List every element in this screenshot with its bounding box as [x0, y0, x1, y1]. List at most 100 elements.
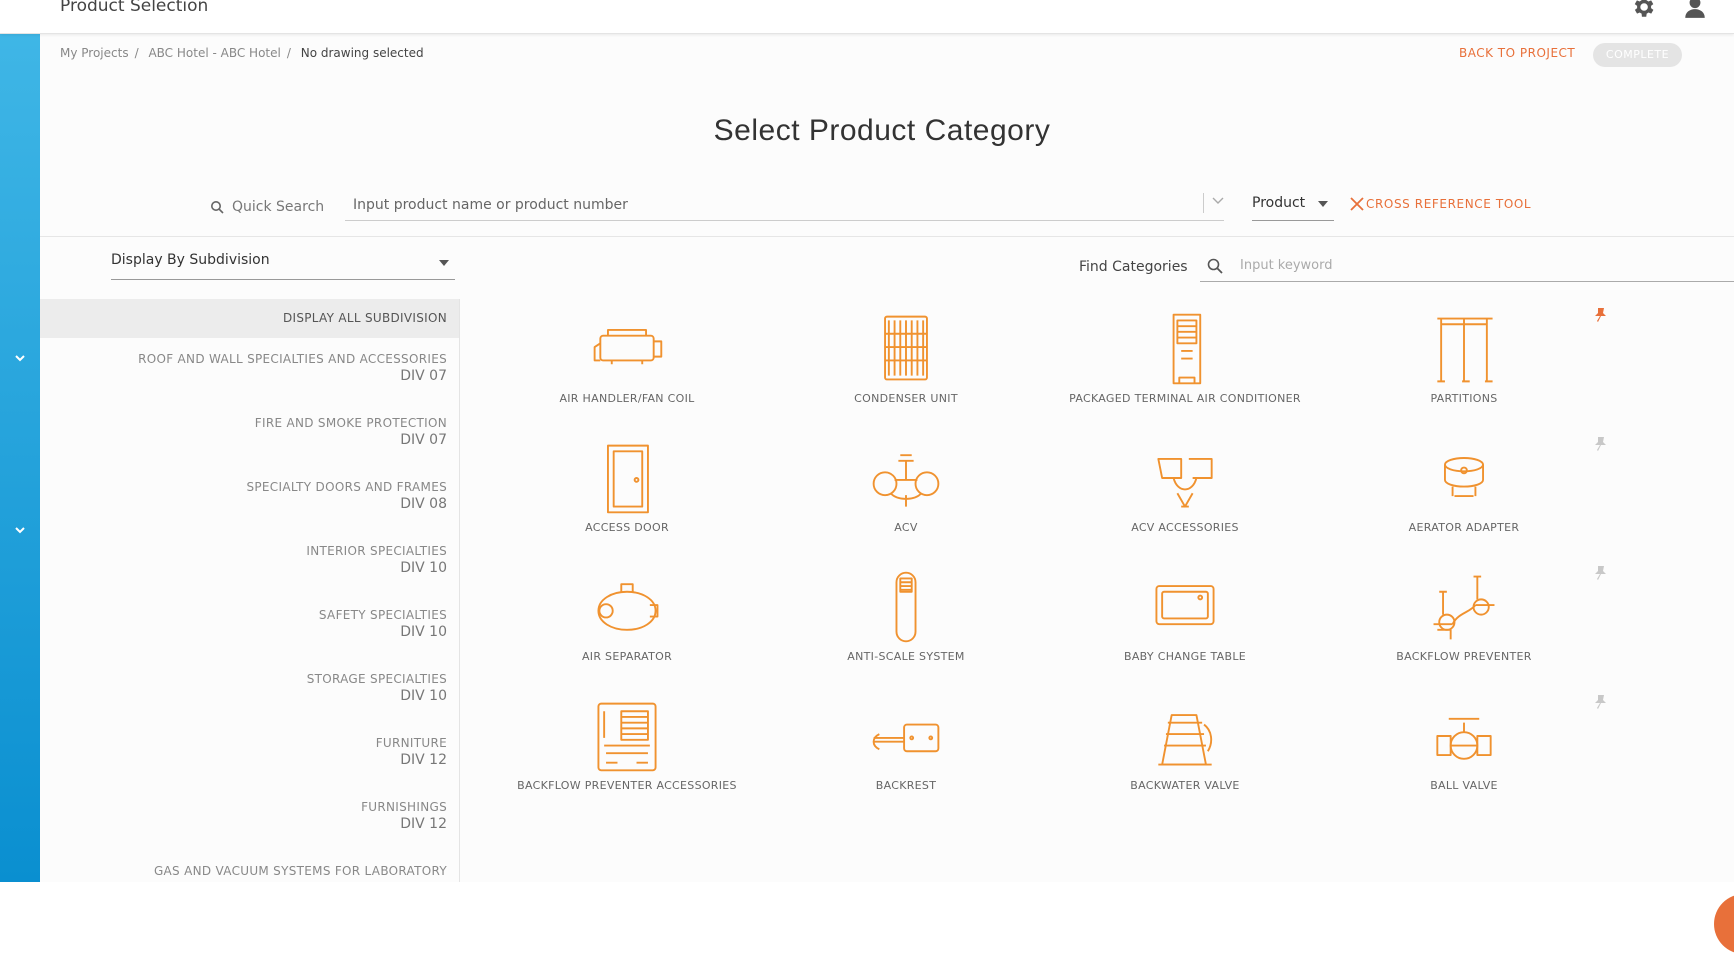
category-card[interactable]: BALL VALVE [1314, 686, 1614, 816]
category-label: ACV ACCESSORIES [1131, 521, 1239, 534]
search-type-value: Product [1252, 195, 1306, 211]
subdivision-item[interactable]: FURNISHINGS DIV 12 [40, 786, 459, 850]
category-card[interactable]: BACKFLOW PREVENTER [1314, 557, 1614, 687]
category-label: ACCESS DOOR [585, 521, 669, 534]
subdivision-div: DIV 10 [400, 624, 447, 640]
category-label: AIR SEPARATOR [581, 650, 673, 663]
pin-icon[interactable] [1592, 565, 1608, 581]
subdivision-item[interactable]: ROOF AND WALL SPECIALTIES AND ACCESSORIE… [40, 338, 459, 402]
complete-button[interactable]: COMPLETE [1593, 43, 1682, 67]
pin-icon[interactable] [1592, 307, 1608, 323]
breadcrumb-link-projects[interactable]: My Projects [60, 46, 129, 60]
subdivision-div: DIV 10 [400, 688, 447, 704]
subdivision-name: INTERIOR SPECIALTIES [306, 544, 447, 558]
divider [40, 236, 1734, 237]
category-card[interactable]: AIR SEPARATOR [477, 557, 777, 687]
cross-reference-icon [1350, 197, 1364, 211]
acv-accessories-icon [1157, 458, 1213, 508]
user-icon[interactable] [1682, 0, 1708, 20]
subdivision-item[interactable]: SAFETY SPECIALTIES DIV 10 [40, 594, 459, 658]
subdivision-div: DIV 12 [400, 816, 447, 832]
category-card[interactable]: BACKFLOW PREVENTER ACCESSORIES [477, 686, 777, 816]
subdivision-item[interactable]: GAS AND VACUUM SYSTEMS FOR LABORATORY [40, 850, 459, 882]
cross-reference-tool-link[interactable]: CROSS REFERENCE TOOL [1350, 197, 1531, 211]
category-label: PARTITIONS [1430, 392, 1498, 405]
backflow-accessories-icon [597, 702, 657, 772]
air-handler-icon [593, 329, 663, 365]
quick-search-label: Quick Search [232, 199, 325, 215]
main-content: My Projects / ABC Hotel - ABC Hotel / No d… [40, 34, 1734, 954]
aerator-adapter-icon [1444, 457, 1484, 498]
category-card[interactable]: ACV ACCESSORIES [1035, 428, 1335, 558]
app-title: Product Selection [60, 0, 209, 16]
category-card[interactable]: ACV [756, 428, 1056, 558]
category-card[interactable]: PARTITIONS [1314, 299, 1614, 429]
category-card[interactable]: AERATOR ADAPTER [1314, 428, 1614, 558]
gear-icon[interactable] [1630, 0, 1656, 20]
subdivision-item[interactable]: FIRE AND SMOKE PROTECTION DIV 07 [40, 402, 459, 466]
find-categories-input[interactable] [1200, 250, 1734, 282]
category-label: BACKFLOW PREVENTER ACCESSORIES [517, 779, 737, 792]
pin-icon[interactable] [1592, 694, 1608, 710]
anti-scale-icon [895, 571, 917, 643]
display-by-value: Display By Subdivision [111, 252, 270, 268]
subdivision-item[interactable]: INTERIOR SPECIALTIES DIV 10 [40, 530, 459, 594]
category-card[interactable]: BACKREST [756, 686, 1056, 816]
subdivision-name: FIRE AND SMOKE PROTECTION [254, 416, 447, 430]
subdivision-name: FURNITURE [375, 736, 447, 750]
backwater-valve-icon [1158, 714, 1213, 766]
category-card[interactable]: BABY CHANGE TABLE [1035, 557, 1335, 687]
category-label: CONDENSER UNIT [854, 392, 958, 405]
caret-down-icon [439, 260, 449, 266]
category-card[interactable]: BACKWATER VALVE [1035, 686, 1335, 816]
quick-search-input[interactable] [345, 189, 1224, 221]
air-separator-icon [597, 583, 659, 631]
chevron-down-icon[interactable] [12, 522, 28, 538]
subdivision-name: SPECIALTY DOORS AND FRAMES [246, 480, 447, 494]
category-label: ANTI-SCALE SYSTEM [847, 650, 965, 663]
subdivision-name: GAS AND VACUUM SYSTEMS FOR LABORATORY [153, 864, 447, 878]
category-card[interactable]: ANTI-SCALE SYSTEM [756, 557, 1056, 687]
category-card[interactable]: CONDENSER UNIT [756, 299, 1056, 429]
find-categories-label: Find Categories [1079, 259, 1188, 275]
category-label: PACKAGED TERMINAL AIR CONDITIONER [1069, 392, 1301, 405]
category-card[interactable]: PACKAGED TERMINAL AIR CONDITIONER [1035, 299, 1335, 429]
category-label: BACKFLOW PREVENTER [1396, 650, 1532, 663]
acv-icon [872, 454, 940, 507]
backrest-icon [872, 723, 940, 753]
subdivision-name: ROOF AND WALL SPECIALTIES AND ACCESSORIE… [138, 352, 447, 366]
display-all-subdivision[interactable]: DISPLAY ALL SUBDIVISION [40, 299, 459, 338]
subdivision-item[interactable]: FURNITURE DIV 12 [40, 722, 459, 786]
search-icon [1207, 258, 1223, 274]
category-label: ACV [894, 521, 918, 534]
ball-valve-icon [1436, 717, 1492, 760]
chevron-down-icon[interactable] [12, 350, 28, 366]
breadcrumb: My Projects / ABC Hotel - ABC Hotel / No d… [60, 46, 430, 60]
search-type-select[interactable]: Product [1252, 195, 1334, 221]
top-bar: Product Selection [0, 0, 1734, 34]
category-label: BACKREST [875, 779, 937, 792]
subdivision-div: DIV 12 [400, 752, 447, 768]
breadcrumb-separator: / [134, 46, 139, 60]
access-door-icon [607, 444, 649, 514]
category-card[interactable]: ACCESS DOOR [477, 428, 777, 558]
chevron-down-icon[interactable] [1212, 197, 1224, 205]
backflow-preventer-icon [1433, 575, 1495, 640]
subdivision-div: DIV 10 [400, 560, 447, 576]
pin-icon[interactable] [1592, 436, 1608, 452]
subdivision-div: DIV 08 [400, 496, 447, 512]
input-divider [1203, 193, 1204, 213]
subdivision-item[interactable]: STORAGE SPECIALTIES DIV 10 [40, 658, 459, 722]
subdivision-item[interactable]: SPECIALTY DOORS AND FRAMES DIV 08 [40, 466, 459, 530]
subdivision-div: DIV 07 [400, 368, 447, 384]
chat-button[interactable] [1714, 894, 1734, 954]
breadcrumb-link-project[interactable]: ABC Hotel - ABC Hotel [148, 46, 280, 60]
ptac-icon [1172, 313, 1202, 385]
cross-reference-label: CROSS REFERENCE TOOL [1366, 197, 1532, 211]
search-icon [211, 201, 224, 214]
baby-change-table-icon [1155, 585, 1215, 626]
subdivision-sidebar: DISPLAY ALL SUBDIVISION ROOF AND WALL SP… [40, 299, 460, 882]
category-card[interactable]: AIR HANDLER/FAN COIL [477, 299, 777, 429]
back-to-project-button[interactable]: BACK TO PROJECT [1459, 46, 1575, 60]
display-by-select[interactable]: Display By Subdivision [111, 252, 455, 280]
